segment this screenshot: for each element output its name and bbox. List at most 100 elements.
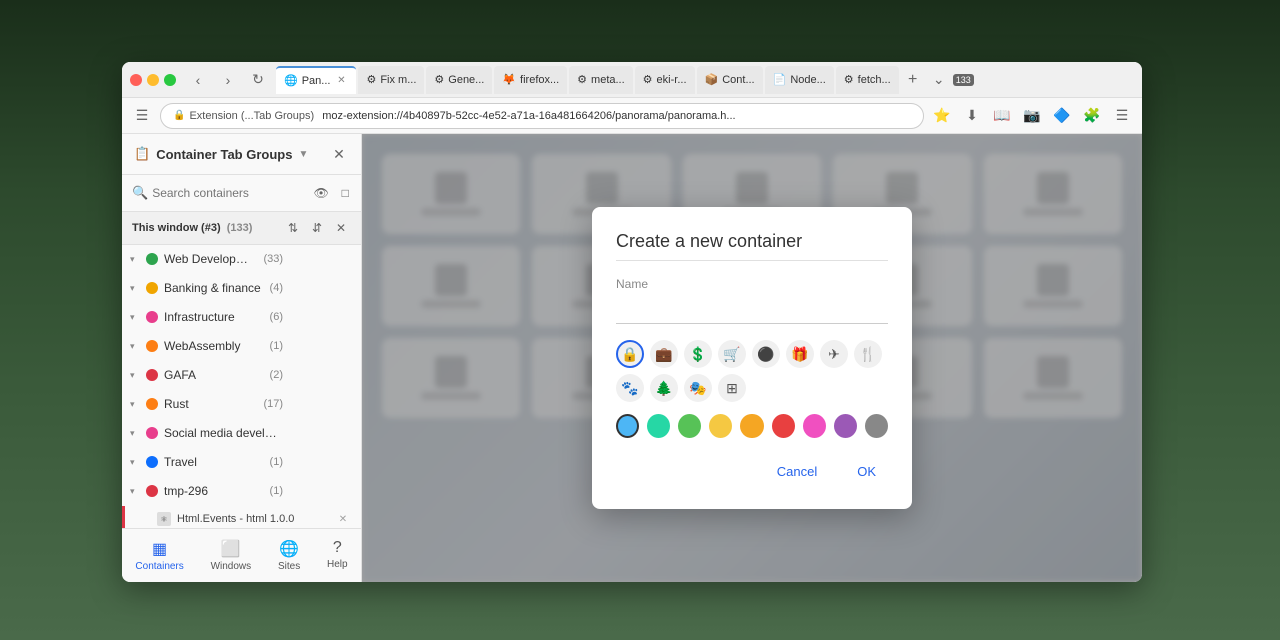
footer-help-button[interactable]: ? Help [319,535,356,576]
color-option-blue[interactable] [616,414,639,438]
close-container-button[interactable]: ✕ [333,394,353,414]
icon-option-cart[interactable]: 🛒 [718,340,746,368]
color-option-orange[interactable] [740,414,763,438]
close-container-button[interactable]: ✕ [333,423,353,443]
icon-option-paw[interactable]: 🐾 [616,374,644,402]
star-button[interactable]: ☆ [289,336,309,356]
more-button[interactable]: ··· [311,307,331,327]
menu-button[interactable]: ☰ [1110,104,1134,128]
close-container-button[interactable]: ✕ [333,365,353,385]
container-item-banking[interactable]: ▾ Banking & finance (4) ☆ ··· ✕ [122,274,361,303]
icon-option-dollar[interactable]: 💲 [684,340,712,368]
footer-containers-button[interactable]: ▦ Containers [127,535,191,576]
tab-firefox[interactable]: 🦊 firefox... [494,66,567,94]
extensions-button[interactable]: 🧩 [1080,104,1104,128]
close-tab-button[interactable]: ✕ [333,509,353,528]
reload-button[interactable]: ↻ [246,68,270,92]
sidebar-close-button[interactable]: ✕ [329,144,349,164]
star-button[interactable]: ☆ [289,452,309,472]
icon-option-gift[interactable]: 🎁 [786,340,814,368]
sub-item-html-events[interactable]: ⚛ Html.Events - html 1.0.0 ✕ [122,506,361,528]
close-container-button[interactable]: ✕ [333,481,353,501]
more-button[interactable]: ··· [311,336,331,356]
ok-button[interactable]: OK [845,458,888,485]
icon-option-fence[interactable]: ⊞ [718,374,746,402]
close-container-button[interactable]: ✕ [333,307,353,327]
star-button[interactable]: ☆ [289,423,309,443]
tab-gen[interactable]: ⚙ Gene... [426,66,492,94]
icon-option-food[interactable]: 🍴 [854,340,882,368]
tab-node[interactable]: 📄 Node... [765,66,834,94]
container-item-social[interactable]: ▾ Social media developme... ☆ ··· ✕ [122,419,361,448]
more-button[interactable]: ··· [311,278,331,298]
tab-meta[interactable]: ⚙ meta... [569,66,633,94]
minimize-window-button[interactable] [147,74,159,86]
tab-close-button[interactable]: ✕ [334,74,348,88]
more-button[interactable]: ··· [311,394,331,414]
container-item-infra[interactable]: ▾ Infrastructure (6) ☆ ··· ✕ [122,303,361,332]
tab-eki[interactable]: ⚙ eki-r... [635,66,695,94]
container-indicator[interactable]: 🔷 [1050,104,1074,128]
more-button[interactable]: ··· [311,249,331,269]
icon-option-lock[interactable]: 🔒 [616,340,644,368]
color-option-red[interactable] [772,414,795,438]
container-item-travel[interactable]: ▾ Travel (1) ☆ ··· ✕ [122,448,361,477]
bookmark-button[interactable]: ⭐ [930,104,954,128]
screenshot-button[interactable]: 📷 [1020,104,1044,128]
reader-button[interactable]: 📖 [990,104,1014,128]
star-button[interactable]: ☆ [289,365,309,385]
container-item-gafa[interactable]: ▾ GAFA (2) ☆ ··· ✕ [122,361,361,390]
star-button[interactable]: ☆ [289,307,309,327]
tab-fetch[interactable]: ⚙ fetch... [836,66,899,94]
color-option-yellow[interactable] [709,414,732,438]
new-tab-button[interactable]: + [901,68,925,92]
container-item-rust[interactable]: ▾ Rust (17) ☆ ··· ✕ [122,390,361,419]
color-option-gray[interactable] [865,414,888,438]
search-option-2[interactable]: □ [335,183,355,203]
more-button[interactable]: ··· [311,452,331,472]
tab-panorama[interactable]: 🌐 Pan... ✕ [276,66,356,94]
star-button[interactable]: ☆ [289,278,309,298]
search-option-1[interactable]: 👁 [311,183,331,203]
footer-windows-button[interactable]: ⬜ Windows [203,535,260,576]
color-option-purple[interactable] [834,414,857,438]
more-button[interactable]: ··· [311,365,331,385]
footer-sites-button[interactable]: 🌐 Sites [270,535,308,576]
star-button[interactable]: ☆ [289,481,309,501]
close-container-button[interactable]: ✕ [333,278,353,298]
sidebar-dropdown-icon[interactable]: ▼ [298,149,308,160]
forward-button[interactable]: › [216,68,240,92]
container-name-input[interactable] [616,295,888,324]
star-button[interactable]: ☆ [289,394,309,414]
container-item-wasm[interactable]: ▾ WebAssembly (1) ☆ ··· ✕ [122,332,361,361]
download-button[interactable]: ⬇ [960,104,984,128]
icon-option-plane[interactable]: ✈ [820,340,848,368]
tab-list-button[interactable]: ⌄ [927,68,951,92]
expand-all-button[interactable]: ⇵ [307,218,327,238]
color-option-pink[interactable] [803,414,826,438]
sidebar-toggle-button[interactable]: ☰ [130,104,154,128]
close-container-button[interactable]: ✕ [333,249,353,269]
close-container-button[interactable]: ✕ [333,336,353,356]
icon-option-theater[interactable]: 🎭 [684,374,712,402]
close-window-button[interactable] [130,74,142,86]
star-button[interactable]: ☆ [289,249,309,269]
more-button[interactable]: ··· [311,481,331,501]
tab-fix[interactable]: ⚙ Fix m... [358,66,424,94]
icon-option-tree[interactable]: 🌲 [650,374,678,402]
more-button[interactable]: ··· [311,423,331,443]
search-input[interactable] [152,186,307,200]
container-item-tmp296[interactable]: ▾ tmp-296 (1) ☆ ··· ✕ [122,477,361,506]
icon-option-briefcase[interactable]: 💼 [650,340,678,368]
container-item-web-dev[interactable]: ▾ Web Development (33) ☆ ··· ✕ [122,245,361,274]
address-input[interactable]: 🔒 Extension (...Tab Groups) moz-extensio… [160,103,924,129]
close-window-button[interactable]: ✕ [331,218,351,238]
collapse-all-button[interactable]: ⇅ [283,218,303,238]
color-option-green[interactable] [678,414,701,438]
color-option-teal[interactable] [647,414,670,438]
back-button[interactable]: ‹ [186,68,210,92]
tab-cont[interactable]: 📦 Cont... [697,66,763,94]
close-container-button[interactable]: ✕ [333,452,353,472]
icon-option-circle[interactable]: ⚫ [752,340,780,368]
maximize-window-button[interactable] [164,74,176,86]
